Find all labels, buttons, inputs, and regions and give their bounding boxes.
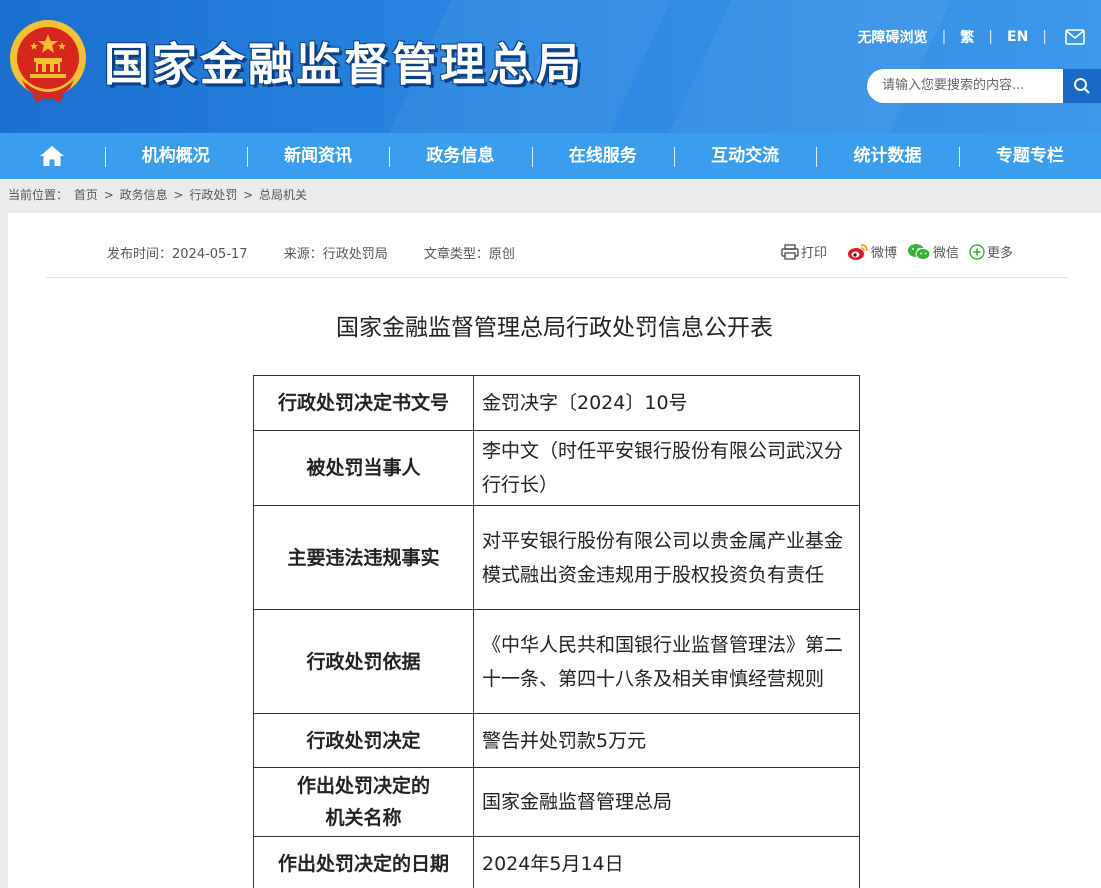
separator: | <box>988 29 993 45</box>
home-icon <box>40 146 65 166</box>
accessibility-link[interactable]: 无障碍浏览 <box>858 27 928 47</box>
nav-item-statistics[interactable]: 统计数据 <box>816 133 958 179</box>
breadcrumb-prefix: 当前位置： <box>8 188 69 202</box>
row-value: 警告并处罚款5万元 <box>473 713 860 768</box>
article-source: 来源：行政处罚局 <box>283 247 388 262</box>
row-label: 行政处罚决定 <box>253 713 474 768</box>
search-button[interactable] <box>1063 69 1101 103</box>
row-value: 李中文（时任平安银行股份有限公司武汉分行行长） <box>473 430 860 506</box>
table-row: 行政处罚决定 警告并处罚款5万元 <box>253 713 860 768</box>
row-label-line: 作出处罚决定的 <box>296 775 430 797</box>
site-header: 国家金融监督管理总局 无障碍浏览 | 繁 | EN | 请输入您要搜索的内容..… <box>0 0 1101 133</box>
article-meta: 发布时间：2024-05-17 来源：行政处罚局 文章类型：原创 <box>107 243 547 262</box>
row-value: 国家金融监督管理总局 <box>473 767 860 837</box>
weibo-label: 微博 <box>871 246 898 261</box>
site-title[interactable]: 国家金融监督管理总局 <box>104 28 584 93</box>
breadcrumb-separator: > <box>103 188 114 202</box>
weibo-icon <box>848 243 868 260</box>
table-row: 主要违法违规事实 对平安银行股份有限公司以贵金属产业基金模式融出资金违规用于股权… <box>253 505 860 610</box>
printer-icon <box>781 243 799 260</box>
nav-item-online-services[interactable]: 在线服务 <box>531 133 674 179</box>
separator: | <box>941 29 947 45</box>
plus-circle-icon <box>969 243 985 260</box>
row-value: 2024年5月14日 <box>473 836 860 888</box>
table-row: 行政处罚依据 《中华人民共和国银行业监督管理法》第二十一条、第四十八条及相关审慎… <box>253 609 860 714</box>
breadcrumb-item-government-info[interactable]: 政务信息 <box>120 188 168 202</box>
document-title: 国家金融监督管理总局行政处罚信息公开表 <box>336 315 773 341</box>
main-nav: 机构概况 新闻资讯 政务信息 在线服务 互动交流 统计数据 专题专栏 <box>0 133 1101 179</box>
share-bar: 打印 微博 微信 更多 <box>781 242 1023 261</box>
breadcrumb-item-home[interactable]: 首页 <box>74 188 98 202</box>
traditional-chinese-link[interactable]: 繁 <box>960 27 974 47</box>
more-share-button[interactable]: 更多 <box>969 242 1013 261</box>
table-row: 被处罚当事人 李中文（时任平安银行股份有限公司武汉分行行长） <box>253 430 860 506</box>
breadcrumb-item-penalties[interactable]: 行政处罚 <box>189 188 237 202</box>
divider <box>46 277 1067 278</box>
breadcrumb-separator: > <box>173 188 184 202</box>
nav-item-news[interactable]: 新闻资讯 <box>246 133 389 179</box>
row-label: 行政处罚决定书文号 <box>253 375 474 431</box>
print-button[interactable]: 打印 <box>781 242 827 261</box>
table-row: 作出处罚决定的日期 2024年5月14日 <box>253 836 860 888</box>
mail-icon[interactable] <box>1065 29 1085 45</box>
article-type: 文章类型：原创 <box>423 247 515 262</box>
nav-item-interaction[interactable]: 互动交流 <box>673 133 816 179</box>
row-value: 《中华人民共和国银行业监督管理法》第二十一条、第四十八条及相关审慎经营规则 <box>473 609 860 714</box>
nav-item-about[interactable]: 机构概况 <box>104 133 247 179</box>
publish-time: 发布时间：2024-05-17 <box>107 247 248 262</box>
wechat-icon <box>908 243 931 260</box>
nav-home[interactable] <box>0 133 105 179</box>
wechat-share-button[interactable]: 微信 <box>907 242 959 261</box>
top-links: 无障碍浏览 | 繁 | EN | <box>858 27 1085 47</box>
row-label: 行政处罚依据 <box>253 609 474 714</box>
table-row: 作出处罚决定的 机关名称 国家金融监督管理总局 <box>253 767 860 837</box>
row-value: 对平安银行股份有限公司以贵金属产业基金模式融出资金违规用于股权投资负有责任 <box>473 505 860 610</box>
nav-item-special-topics[interactable]: 专题专栏 <box>958 133 1101 179</box>
breadcrumb-item-headquarters[interactable]: 总局机关 <box>259 188 307 202</box>
row-value: 金罚决字〔2024〕10号 <box>473 375 860 431</box>
print-label: 打印 <box>801 246 828 261</box>
article-container: 发布时间：2024-05-17 来源：行政处罚局 文章类型：原创 打印 微博 微… <box>8 213 1101 888</box>
wechat-label: 微信 <box>933 246 960 261</box>
row-label: 主要违法违规事实 <box>253 505 474 610</box>
separator: | <box>1042 29 1047 45</box>
search-input[interactable]: 请输入您要搜索的内容... <box>867 69 1063 103</box>
penalty-info-table: 行政处罚决定书文号 金罚决字〔2024〕10号 被处罚当事人 李中文（时任平安银… <box>253 375 860 888</box>
more-label: 更多 <box>987 246 1014 261</box>
row-label-line: 机关名称 <box>325 807 402 829</box>
weibo-share-button[interactable]: 微博 <box>847 242 897 261</box>
breadcrumb-separator: > <box>243 188 254 202</box>
national-emblem-icon[interactable] <box>8 18 88 102</box>
row-label: 作出处罚决定的 机关名称 <box>253 767 474 837</box>
search-icon <box>1074 78 1090 94</box>
header-decoration <box>668 0 952 133</box>
nav-item-government-info[interactable]: 政务信息 <box>389 133 531 179</box>
english-link[interactable]: EN <box>1007 29 1028 45</box>
row-label: 作出处罚决定的日期 <box>253 836 474 888</box>
breadcrumb: 当前位置： 首页 > 政务信息 > 行政处罚 > 总局机关 <box>8 186 309 203</box>
row-label: 被处罚当事人 <box>253 430 474 506</box>
table-row: 行政处罚决定书文号 金罚决字〔2024〕10号 <box>253 375 860 431</box>
